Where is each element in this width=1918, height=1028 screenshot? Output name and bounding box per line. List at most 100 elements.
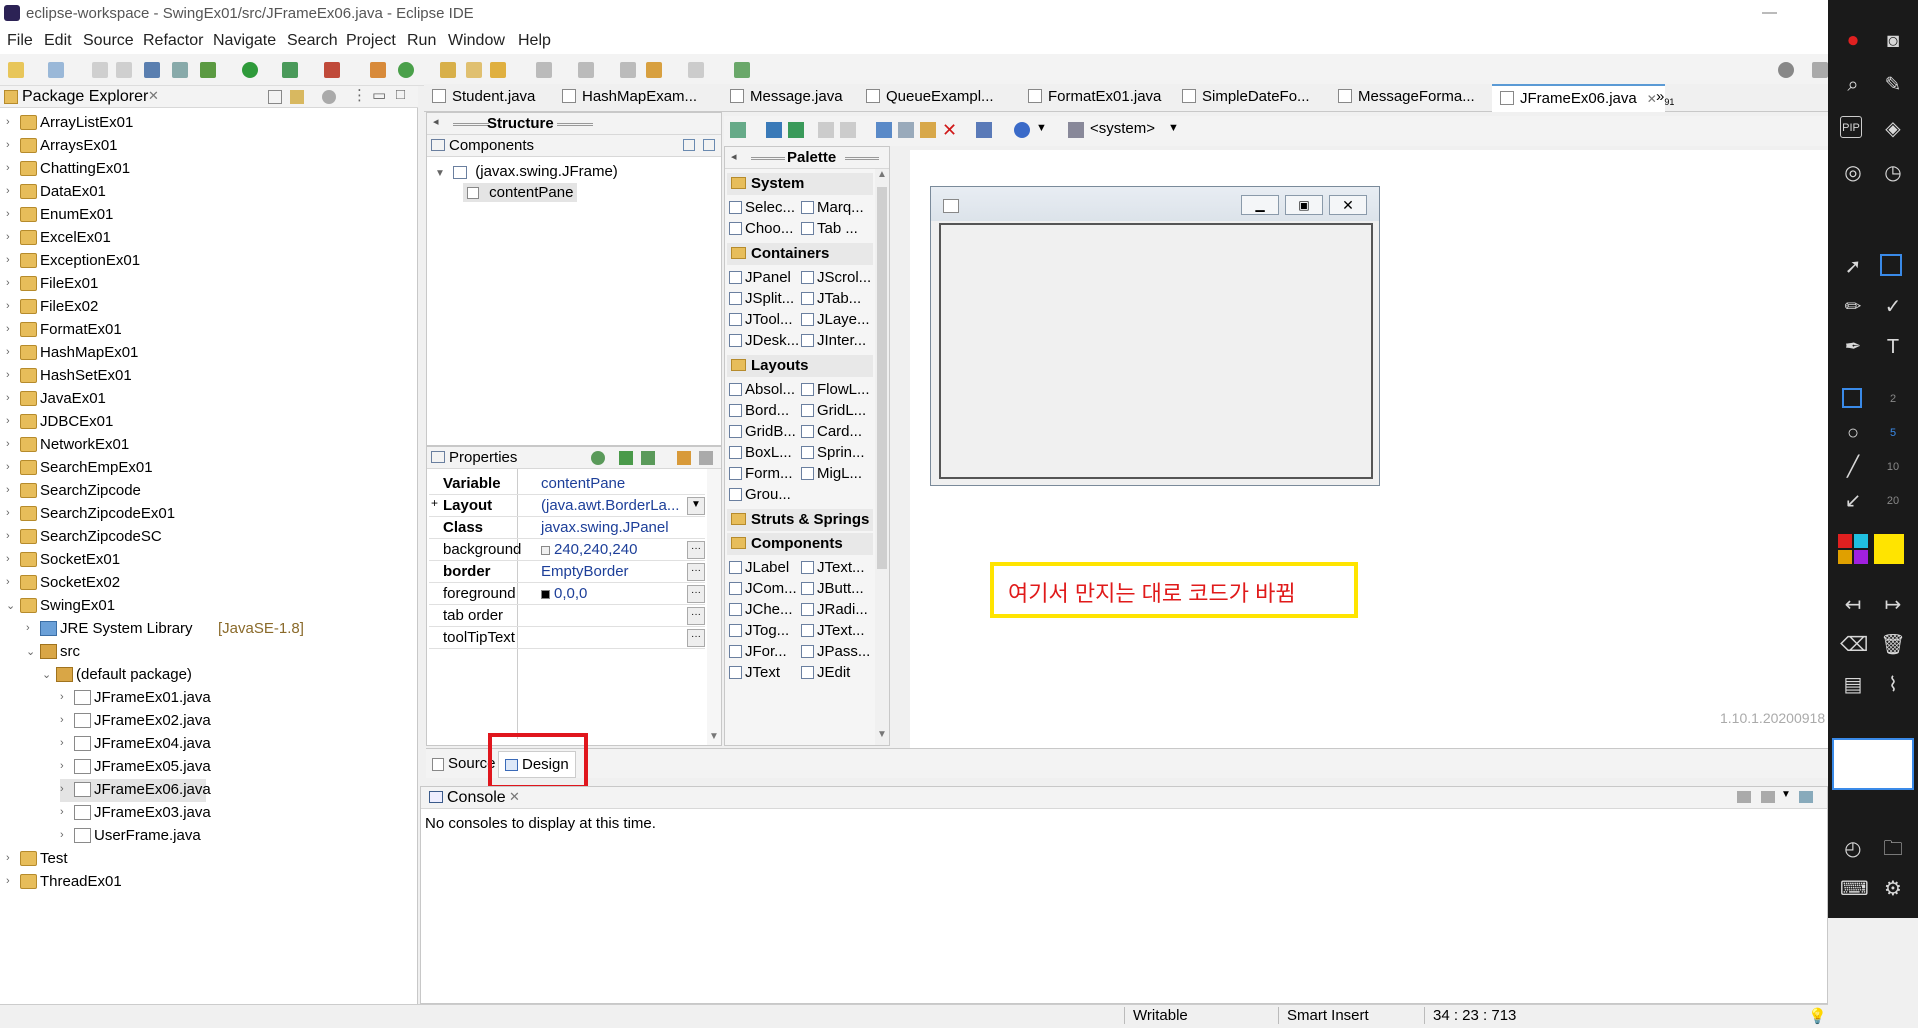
run-icon[interactable] — [242, 62, 258, 78]
show-events-icon[interactable] — [591, 451, 605, 465]
chevron-right-icon[interactable]: › — [6, 530, 18, 542]
filter-icon[interactable] — [322, 90, 336, 104]
open-console-icon[interactable] — [1799, 791, 1813, 803]
maximize-icon[interactable]: ▣ — [1285, 195, 1323, 215]
chevron-right-icon[interactable]: › — [6, 300, 18, 312]
search-tool-icon[interactable] — [490, 62, 506, 78]
project-exceptionex01[interactable]: › ExceptionEx01 — [6, 250, 306, 273]
project-arraylistex01[interactable]: › ArrayListEx01 — [6, 112, 306, 135]
project-hashmapex01[interactable]: › HashMapEx01 — [6, 342, 306, 365]
palette-item[interactable]: Card... — [799, 421, 871, 443]
palette-scroll-thumb[interactable] — [877, 187, 887, 569]
jframe-titlebar[interactable]: ▁ ▣ ✕ — [931, 187, 1379, 221]
property-row-background[interactable]: background 240,240,240 ··· — [429, 539, 705, 561]
file-jframeex05[interactable]: › JFrameEx05.java — [60, 756, 360, 779]
ellipsis-button[interactable]: ··· — [687, 607, 705, 625]
redo-icon[interactable] — [840, 122, 856, 138]
chevron-right-icon[interactable]: › — [6, 438, 18, 450]
fill-icon[interactable]: ◈ — [1880, 116, 1906, 142]
zoom-region-icon[interactable]: ⌕ — [1840, 72, 1866, 98]
paste-icon[interactable] — [920, 122, 936, 138]
palette-scrollbar[interactable]: ▲ ▼ — [875, 169, 889, 745]
palette-item[interactable]: JText... — [799, 557, 871, 579]
open-task-icon[interactable] — [466, 62, 482, 78]
palette-item[interactable]: Selec... — [727, 197, 799, 219]
palette-item[interactable]: GridL... — [799, 400, 871, 422]
palette-item[interactable]: Bord... — [727, 400, 799, 422]
chart-icon[interactable]: ⌇ — [1880, 672, 1906, 698]
project-chattingex01[interactable]: › ChattingEx01 — [6, 158, 306, 181]
pip-icon[interactable]: PIP — [1840, 116, 1862, 138]
menu-refactor[interactable]: Refactor — [143, 32, 203, 50]
goto-definition-icon[interactable] — [619, 451, 633, 465]
project-dataex01[interactable]: › DataEx01 — [6, 181, 306, 204]
convert-local-icon[interactable] — [641, 451, 655, 465]
tab-hashmapexam[interactable]: HashMapExam... — [562, 88, 697, 105]
chevron-right-icon[interactable]: › — [6, 484, 18, 496]
tree-contentpane[interactable]: contentPane — [463, 183, 578, 202]
project-formatex01[interactable]: › FormatEx01 — [6, 319, 306, 342]
property-value[interactable]: (java.awt.BorderLa... — [541, 497, 679, 514]
property-row-tab-order[interactable]: tab order ··· — [429, 605, 705, 627]
chevron-down-icon[interactable]: ▼ — [1168, 122, 1179, 134]
copy-icon[interactable] — [898, 122, 914, 138]
palette-item[interactable]: JLaye... — [799, 309, 871, 331]
menu-window[interactable]: Window — [448, 32, 505, 50]
jre-library[interactable]: › JRE System Library [JavaSE-1.8] — [26, 618, 326, 641]
palette-item[interactable]: JButt... — [799, 578, 871, 600]
file-jframeex02[interactable]: › JFrameEx02.java — [60, 710, 360, 733]
menu-edit[interactable]: Edit — [44, 32, 72, 50]
size-5-label[interactable]: 5 — [1880, 420, 1906, 446]
project-searchzipcodesc[interactable]: › SearchZipcodeSC — [6, 526, 306, 549]
expand-icon[interactable]: + — [431, 496, 438, 510]
chevron-down-icon[interactable]: ⌄ — [26, 645, 38, 658]
project-searchempex01[interactable]: › SearchEmpEx01 — [6, 457, 306, 480]
record-icon[interactable]: ⏺ — [1840, 28, 1866, 54]
chevron-right-icon[interactable]: › — [6, 277, 18, 289]
chevron-right-icon[interactable]: › — [6, 231, 18, 243]
palette-item[interactable]: Grou... — [727, 484, 799, 506]
file-jframeex06[interactable]: › JFrameEx06.java — [60, 779, 211, 802]
square-shape-icon[interactable] — [1842, 388, 1862, 408]
palette-item[interactable]: JInter... — [799, 330, 871, 352]
palette-item[interactable]: JDesk... — [727, 330, 799, 352]
selected-color-swatch[interactable] — [1874, 534, 1904, 564]
palette-item[interactable]: JPass... — [799, 641, 871, 663]
property-row-foreground[interactable]: foreground 0,0,0 ··· — [429, 583, 705, 605]
pin-console-icon[interactable] — [1737, 791, 1751, 803]
chevron-right-icon[interactable]: › — [60, 806, 72, 818]
palette-item[interactable]: Tab ... — [799, 218, 871, 240]
project-test[interactable]: › Test — [6, 848, 306, 871]
project-threadex01[interactable]: › ThreadEx01 — [6, 871, 306, 894]
palette-item[interactable]: MigL... — [799, 463, 871, 485]
coverage-icon[interactable] — [282, 62, 298, 78]
palette-item[interactable]: JLabel — [727, 557, 799, 579]
palette-item[interactable]: JText — [727, 662, 799, 684]
drag-handle-icon[interactable] — [453, 123, 489, 126]
circle-shape-icon[interactable]: ○ — [1840, 420, 1866, 446]
palette-item[interactable]: JCom... — [727, 578, 799, 600]
palette-item[interactable]: JRadi... — [799, 599, 871, 621]
size-20-label[interactable]: 20 — [1880, 488, 1906, 514]
view-menu-icon[interactable]: ⋮ — [352, 86, 367, 104]
minimize-icon[interactable]: ▁ — [1241, 195, 1279, 215]
rectangle-select-icon[interactable] — [1880, 254, 1902, 276]
size-10-label[interactable]: 10 — [1880, 454, 1906, 480]
palette-item[interactable]: JPanel — [727, 267, 799, 289]
chevron-down-icon[interactable]: ▼ — [1781, 789, 1791, 800]
open-type-icon[interactable] — [440, 62, 456, 78]
new-java-project-icon[interactable] — [370, 62, 386, 78]
project-searchzipcodeex01[interactable]: › SearchZipcodeEx01 — [6, 503, 306, 526]
chevron-right-icon[interactable]: › — [6, 208, 18, 220]
marker-icon[interactable]: ✒ — [1840, 334, 1866, 360]
globe-icon[interactable] — [1014, 122, 1030, 138]
text-icon[interactable]: T — [1880, 334, 1906, 360]
chevron-right-icon[interactable]: › — [6, 875, 18, 887]
tab-simpledateformat[interactable]: SimpleDateFo... — [1182, 88, 1310, 105]
menu-search[interactable]: Search — [287, 32, 338, 50]
default-package[interactable]: ⌄ (default package) — [42, 664, 342, 687]
property-value[interactable]: EmptyBorder — [541, 563, 629, 580]
chevron-right-icon[interactable]: › — [60, 691, 72, 703]
restore-default-icon[interactable] — [699, 451, 713, 465]
palette-category-components[interactable]: Components — [727, 533, 873, 555]
